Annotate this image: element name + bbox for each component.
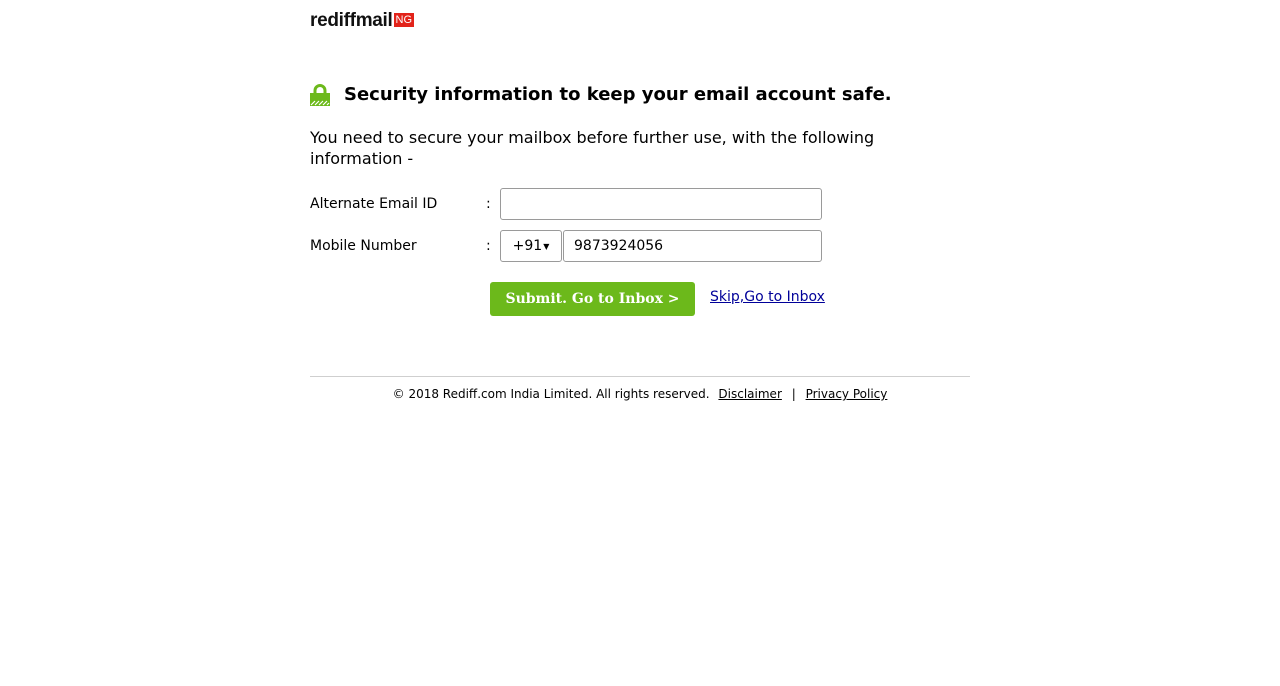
mobile-number-row: Mobile Number : +91 ▼ bbox=[310, 230, 822, 262]
lock-icon bbox=[310, 84, 330, 106]
privacy-policy-link[interactable]: Privacy Policy bbox=[806, 387, 888, 401]
skip-go-to-inbox-link[interactable]: Skip,Go to Inbox bbox=[710, 289, 825, 305]
logo-text: rediffmail bbox=[310, 10, 393, 31]
mobile-number-label: Mobile Number bbox=[310, 238, 417, 254]
copyright-text: © 2018 Rediff.com India Limited. All rig… bbox=[392, 387, 710, 401]
page-heading: Security information to keep your email … bbox=[310, 84, 892, 106]
page-title: Security information to keep your email … bbox=[344, 84, 892, 105]
disclaimer-link[interactable]: Disclaimer bbox=[718, 387, 781, 401]
mobile-number-input[interactable] bbox=[563, 230, 822, 262]
caret-down-icon: ▼ bbox=[543, 241, 550, 251]
footer-separator: | bbox=[791, 387, 796, 401]
colon-separator: : bbox=[486, 238, 491, 254]
alternate-email-input[interactable] bbox=[500, 188, 822, 220]
submit-go-to-inbox-button[interactable]: Submit. Go to Inbox > bbox=[490, 282, 695, 316]
country-code-value: +91 bbox=[512, 238, 543, 254]
logo-badge: NG bbox=[393, 13, 415, 27]
footer: © 2018 Rediff.com India Limited. All rig… bbox=[310, 387, 970, 401]
intro-text: You need to secure your mailbox before f… bbox=[310, 128, 875, 168]
security-info-page: rediffmail NG Security information to ke… bbox=[0, 0, 1280, 686]
alternate-email-row: Alternate Email ID : bbox=[310, 188, 822, 220]
country-code-select[interactable]: +91 ▼ bbox=[500, 230, 562, 262]
footer-divider bbox=[310, 376, 970, 377]
colon-separator: : bbox=[486, 196, 491, 212]
alternate-email-label: Alternate Email ID bbox=[310, 196, 438, 212]
rediffmail-logo[interactable]: rediffmail NG bbox=[310, 10, 415, 31]
